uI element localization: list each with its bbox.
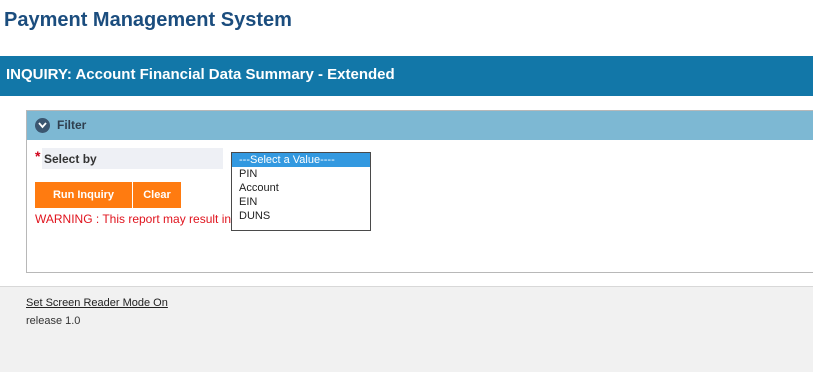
select-by-label-box: Select by: [42, 148, 223, 169]
select-option[interactable]: PIN: [232, 167, 370, 181]
release-version: release 1.0: [26, 315, 81, 327]
select-by-label: Select by: [44, 152, 97, 166]
page-heading: INQUIRY: Account Financial Data Summary …: [6, 66, 395, 83]
app-title: Payment Management System: [4, 9, 292, 31]
filter-header[interactable]: Filter: [27, 111, 813, 140]
page-heading-banner: INQUIRY: Account Financial Data Summary …: [0, 56, 813, 96]
select-by-listbox[interactable]: ---Select a Value---- PIN Account EIN DU…: [231, 152, 371, 231]
warning-message: WARNING : This report may result in: [35, 212, 232, 226]
select-option[interactable]: EIN: [232, 195, 370, 209]
select-option[interactable]: Account: [232, 181, 370, 195]
run-inquiry-button[interactable]: Run Inquiry: [35, 182, 132, 208]
required-marker: *: [35, 148, 41, 164]
select-option[interactable]: DUNS: [232, 209, 370, 223]
screen-reader-mode-link[interactable]: Set Screen Reader Mode On: [26, 297, 168, 309]
select-option[interactable]: ---Select a Value----: [232, 153, 370, 167]
clear-button[interactable]: Clear: [133, 182, 181, 208]
footer: Set Screen Reader Mode On release 1.0: [0, 286, 813, 372]
filter-title: Filter: [57, 118, 87, 132]
chevron-down-icon[interactable]: [35, 118, 50, 133]
